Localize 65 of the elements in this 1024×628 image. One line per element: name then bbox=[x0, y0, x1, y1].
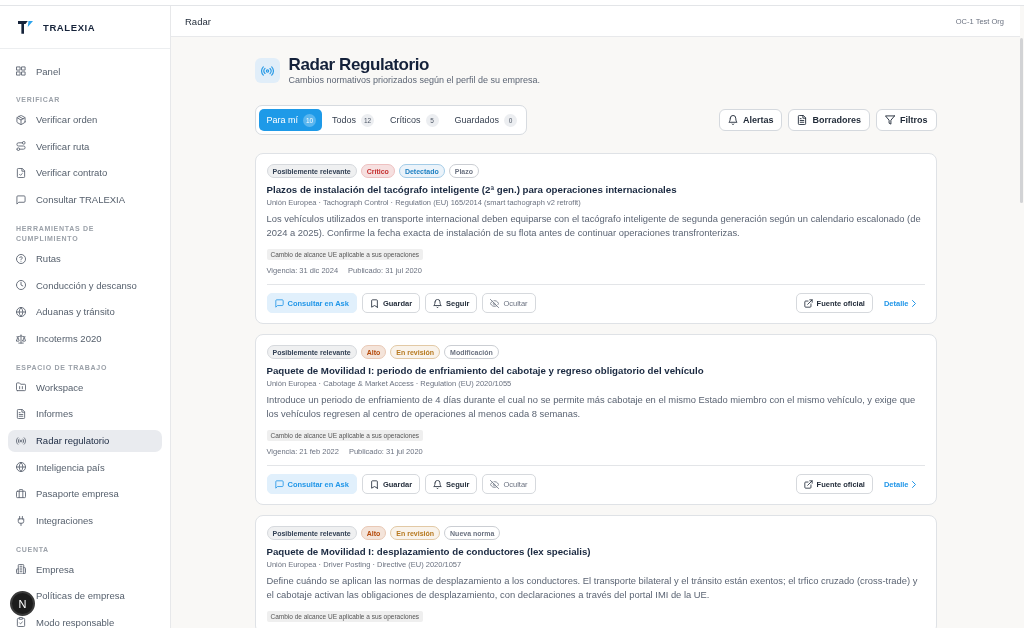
card-title: Paquete de Movilidad I: desplazamiento de conductores (lex specialis) bbox=[266, 545, 592, 559]
brand-name: TRALEXIA bbox=[43, 21, 96, 33]
nav-item[interactable]: Radar regulatorio bbox=[8, 429, 162, 452]
nav-item[interactable]: Conducción y descanso bbox=[16, 274, 137, 297]
nav-item[interactable]: Incoterms 2020 bbox=[16, 327, 102, 350]
alerts-button[interactable]: Alertas bbox=[718, 109, 783, 131]
page-subtitle: Cambios normativos priorizados según el perfil de su empresa. bbox=[288, 75, 541, 86]
grid-icon bbox=[16, 66, 26, 76]
eye-off-icon bbox=[490, 479, 500, 489]
card-description: Define cuándo se aplican las normas de desplazamiento a los conductores. El transporte bilateral y el tránsito están exentos; el trfico cruzado (cross-trade) y el cabotaje activan las obligaciones de desplazamiento, con declaraciones a través del portal IMI de la UE. bbox=[266, 574, 919, 601]
globe-icon bbox=[16, 306, 26, 317]
chat-bubble-icon bbox=[274, 298, 284, 308]
nav-item[interactable]: Pasaporte empresa bbox=[16, 482, 119, 505]
bookmark-icon bbox=[369, 479, 379, 489]
chevron-right-icon bbox=[911, 299, 916, 307]
nav-item[interactable]: Panel bbox=[16, 60, 61, 82]
broadcast-icon bbox=[254, 58, 280, 83]
nav-item[interactable]: Verificar contrato bbox=[16, 161, 108, 184]
nav-item[interactable]: Informes bbox=[16, 402, 73, 425]
building-icon bbox=[16, 564, 26, 575]
clock-icon bbox=[16, 280, 26, 291]
logo-icon bbox=[18, 20, 33, 34]
folder-icon bbox=[16, 382, 26, 393]
external-link-icon bbox=[803, 479, 813, 489]
nav-item[interactable]: Verificar orden bbox=[16, 108, 98, 131]
external-link-icon bbox=[803, 298, 813, 308]
eye-off-icon bbox=[490, 298, 500, 308]
page-title: Radar Regulatorio bbox=[288, 55, 431, 75]
filter-icon bbox=[885, 115, 895, 125]
bell-icon bbox=[727, 115, 738, 125]
nav-item[interactable]: Consultar TRALEXIA bbox=[16, 188, 126, 211]
plug-icon bbox=[16, 515, 26, 526]
bookmark-icon bbox=[369, 298, 379, 308]
chevron-right-icon bbox=[911, 480, 916, 488]
clipboard-check-icon bbox=[16, 617, 26, 628]
scrollbar-thumb[interactable] bbox=[1020, 38, 1023, 203]
bell-icon bbox=[433, 479, 443, 489]
document-icon bbox=[797, 115, 808, 125]
box-icon bbox=[16, 114, 26, 125]
route-icon bbox=[16, 141, 26, 152]
card-description: Introduce un periodo de enfriamiento de 4 días durante el cual no se permite más cabotaje en el mismo Estado miembro con el mismo vehículo, y exige que los vehículos regresen al centro de operaciones al menos cada 8 semanas. bbox=[266, 393, 917, 420]
card-title: Paquete de Movilidad I: periodo de enfriamiento del cabotaje y regreso obligatorio del vehículo bbox=[266, 364, 705, 378]
nav-item[interactable]: Workspace bbox=[16, 376, 84, 399]
help-icon bbox=[16, 253, 26, 264]
chat-bubble-icon bbox=[16, 194, 26, 205]
bell-icon bbox=[433, 298, 443, 308]
document-icon bbox=[16, 408, 26, 419]
nav-item[interactable]: Verificar ruta bbox=[16, 135, 90, 158]
chat-bubble-icon bbox=[274, 479, 284, 489]
document-check-icon bbox=[16, 167, 26, 178]
nav-item[interactable]: Empresa bbox=[16, 558, 74, 581]
broadcast-icon bbox=[16, 435, 26, 446]
nav-item[interactable]: Aduanas y tránsito bbox=[16, 300, 115, 323]
globe-icon bbox=[16, 462, 26, 473]
card-title: Plazos de instalación del tacógrafo inteligente (2ª gen.) para operaciones internacionales bbox=[266, 183, 678, 197]
breadcrumb: Radar bbox=[185, 15, 211, 27]
nav-item[interactable]: Políticas de empresa bbox=[36, 584, 125, 607]
filters-button[interactable]: Filtros bbox=[876, 109, 937, 131]
nav-item[interactable]: Rutas bbox=[16, 247, 61, 270]
briefcase-icon bbox=[16, 488, 26, 499]
drafts-button[interactable]: Borradores bbox=[788, 109, 870, 131]
scales-icon bbox=[16, 333, 26, 344]
nav-item[interactable]: Integraciones bbox=[16, 509, 94, 532]
nav-item[interactable]: Inteligencia país bbox=[16, 456, 105, 479]
card-description: Los vehículos utilizados en transporte internacional deben equiparse con el tacógrafo inteligente de segunda generación según un calendario escalonado (de 2024 a 2025). Confirme la fecha exacta de instalación de su flota antes de continuar operaciones transfronterizas. bbox=[266, 212, 922, 239]
